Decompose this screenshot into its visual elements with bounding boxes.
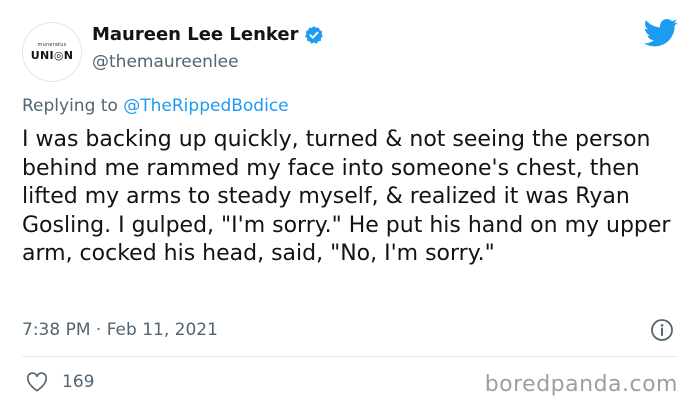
avatar-logo-text: UNI◎N [30,49,74,62]
reply-prefix: Replying to [22,96,124,116]
reply-mention-link[interactable]: @TheRippedBodice [123,96,288,116]
like-count: 169 [62,372,95,392]
verified-badge-icon [305,25,324,44]
tweet-timestamp[interactable]: 7:38 PM · Feb 11, 2021 [22,320,218,340]
author-name-row[interactable]: Maureen Lee Lenker [92,24,324,45]
reply-context: Replying to @TheRippedBodice [22,96,289,116]
watermark: boredpanda.com [484,372,678,397]
avatar-small-text: muneratus [37,42,67,48]
heart-icon[interactable] [26,372,48,392]
like-action[interactable]: 169 [26,372,94,392]
author-display-name[interactable]: Maureen Lee Lenker [92,24,298,45]
divider [22,356,678,357]
twitter-bird-icon[interactable] [644,18,678,48]
avatar[interactable]: muneratus UNI◎N [22,22,82,82]
info-icon[interactable] [650,318,674,342]
author-handle[interactable]: @themaureenlee [92,52,239,72]
tweet-text: I was backing up quickly, turned & not s… [22,127,671,266]
